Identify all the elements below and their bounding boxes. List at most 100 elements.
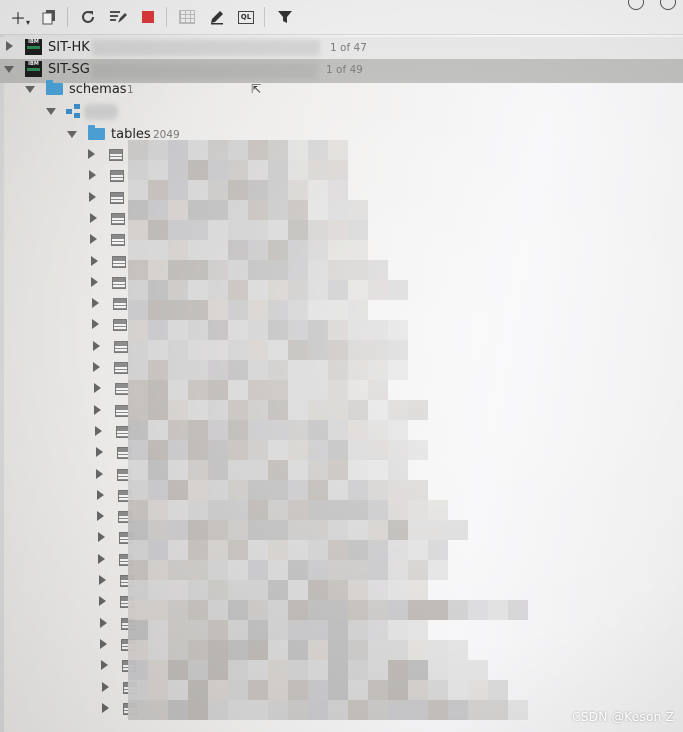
expand-arrow-icon[interactable] [95, 447, 103, 458]
tree-connection-sit-hk[interactable]: IBM SIT-HK 1 of 47 [0, 37, 683, 59]
mosaic-block [208, 440, 228, 460]
mosaic-block [288, 580, 308, 600]
expand-arrow-icon[interactable] [100, 660, 108, 671]
expand-arrow-icon[interactable] [97, 532, 105, 543]
expand-arrow-icon[interactable] [96, 489, 104, 500]
expand-arrow-icon[interactable] [98, 553, 106, 564]
mosaic-block [208, 300, 228, 320]
mosaic-block [208, 700, 228, 720]
mosaic-block [288, 240, 308, 260]
mosaic-block [188, 700, 208, 720]
mosaic-block [388, 440, 408, 460]
mosaic-block [248, 660, 268, 680]
mosaic-block [228, 380, 248, 400]
add-icon[interactable]: ＋ ▾ [8, 5, 32, 29]
mosaic-block [368, 540, 388, 560]
mosaic-block [348, 220, 368, 240]
mosaic-block [148, 640, 168, 660]
expand-arrow-icon[interactable] [94, 404, 102, 415]
mosaic-block [288, 700, 308, 720]
collapse-arrow-icon[interactable] [4, 66, 14, 73]
mosaic-block [228, 500, 248, 520]
pencil-icon[interactable] [205, 5, 229, 29]
expand-arrow-icon[interactable] [88, 149, 95, 159]
collapse-arrow-icon[interactable] [25, 86, 35, 93]
mosaic-block [288, 500, 308, 520]
mosaic-block [168, 580, 188, 600]
stop-icon[interactable] [136, 5, 160, 29]
mosaic-block [128, 400, 148, 420]
mosaic-block [288, 220, 308, 240]
expand-arrow-icon[interactable] [88, 170, 96, 181]
mosaic-block [348, 200, 368, 220]
mosaic-block [128, 340, 148, 360]
mosaic-block [128, 200, 148, 220]
tree-node-schemas[interactable]: schemas 1 [0, 79, 683, 101]
mosaic-block [228, 540, 248, 560]
expand-arrow-icon[interactable] [90, 255, 98, 266]
expand-arrow-icon[interactable] [102, 702, 110, 713]
mosaic-block [248, 540, 268, 560]
expand-arrow-icon[interactable] [92, 340, 100, 351]
mosaic-block [208, 600, 228, 620]
expand-arrow-icon[interactable] [99, 596, 107, 607]
mosaic-block [248, 300, 268, 320]
filter-icon[interactable] [273, 5, 297, 29]
collapse-arrow-icon[interactable] [46, 108, 56, 115]
expand-arrow-icon[interactable] [100, 638, 108, 649]
mosaic-block [128, 460, 148, 480]
mosaic-block [168, 300, 188, 320]
ql-icon[interactable]: QL [234, 5, 258, 29]
mosaic-block [248, 220, 268, 240]
edit-sql-icon[interactable] [106, 5, 130, 29]
table-grid-icon[interactable] [175, 5, 199, 29]
expand-arrow-icon[interactable] [89, 191, 97, 202]
mosaic-block [348, 360, 368, 380]
mosaic-block [288, 620, 308, 640]
expand-arrow-icon[interactable] [95, 425, 103, 436]
expand-arrow-icon[interactable] [97, 511, 105, 522]
expand-arrow-icon[interactable] [90, 234, 98, 245]
mosaic-block [348, 460, 368, 480]
mosaic-block [388, 620, 408, 640]
expand-arrow-icon[interactable] [89, 212, 97, 223]
mosaic-block [448, 640, 468, 660]
mosaic-block [408, 540, 428, 560]
mosaic-block [388, 480, 408, 500]
expand-arrow-icon[interactable] [99, 617, 107, 628]
mosaic-block [388, 340, 408, 360]
mosaic-block [328, 620, 348, 640]
expand-arrow-icon[interactable] [93, 383, 101, 394]
expand-arrow-icon[interactable] [91, 298, 99, 309]
expand-arrow-icon[interactable] [91, 276, 99, 287]
expand-arrow-icon[interactable] [92, 319, 100, 330]
mosaic-block [348, 440, 368, 460]
mosaic-block [328, 280, 348, 300]
expand-arrow-icon[interactable] [93, 362, 101, 372]
settings-icon[interactable] [660, 0, 676, 10]
mosaic-block [288, 320, 308, 340]
mosaic-block [508, 700, 528, 720]
mosaic-block [328, 680, 348, 700]
mosaic-block [168, 600, 188, 620]
mosaic-block [388, 560, 408, 580]
mosaic-block [288, 200, 308, 220]
mosaic-block [368, 660, 388, 680]
expand-arrow-icon[interactable] [6, 41, 13, 51]
mosaic-block [208, 660, 228, 680]
expand-arrow-icon[interactable] [98, 575, 106, 585]
mosaic-block [308, 560, 328, 580]
mosaic-block [228, 420, 248, 440]
mosaic-block [208, 540, 228, 560]
mosaic-block [148, 320, 168, 340]
copy-icon[interactable] [37, 5, 61, 29]
expand-arrow-icon[interactable] [101, 681, 109, 692]
help-icon[interactable] [628, 0, 644, 10]
mosaic-block [448, 600, 468, 620]
mosaic-block [128, 260, 148, 280]
refresh-icon[interactable] [76, 5, 100, 29]
tree-node-schema[interactable] [0, 101, 683, 123]
collapse-arrow-icon[interactable] [67, 131, 77, 138]
expand-arrow-icon[interactable] [96, 468, 104, 479]
mosaic-block [268, 620, 288, 640]
